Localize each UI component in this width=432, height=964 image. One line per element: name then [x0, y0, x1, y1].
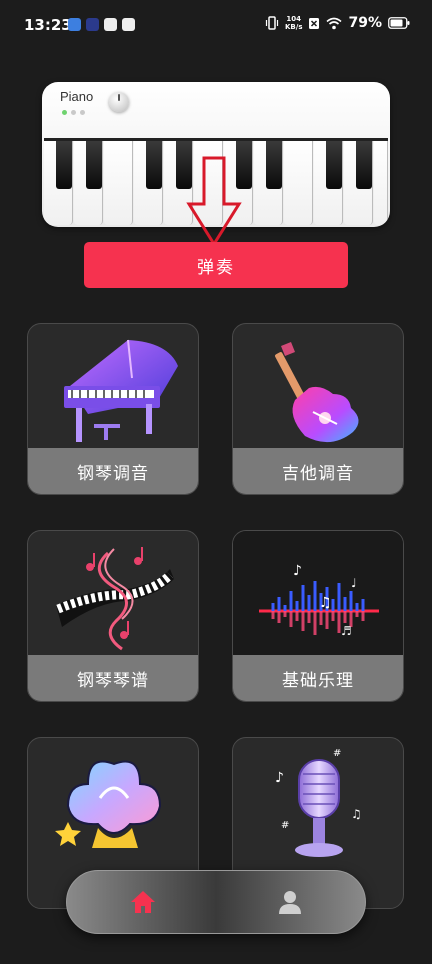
black-key: [266, 141, 282, 189]
grand-piano-icon: [64, 339, 178, 442]
microphone-icon: # ♪ ♫ #: [275, 748, 362, 857]
svg-text:♪: ♪: [275, 770, 284, 786]
mail-notification-icon: [122, 18, 135, 31]
network-speed-value: 104: [286, 15, 302, 23]
music-flower-icon: [55, 760, 162, 848]
no-sim-icon: [309, 17, 320, 29]
white-key: [104, 141, 133, 225]
network-speed-unit: KB/s: [285, 23, 303, 31]
svg-text:♫: ♫: [319, 595, 332, 611]
status-bar: 13:23 104 KB/s 79%: [0, 0, 432, 52]
svg-text:♬: ♬: [341, 624, 352, 638]
indicator-dots: [62, 110, 85, 115]
sound-wave-icon: ♪ ♫ ♩ ♬: [233, 531, 403, 657]
black-key: [146, 141, 162, 189]
music-theory-label: 基础乐理: [233, 655, 403, 701]
piano-tuning-label: 钢琴调音: [28, 448, 198, 494]
wifi-icon: [326, 17, 343, 29]
battery-icon: [388, 17, 410, 29]
guitar-tuning-label: 吉他调音: [233, 448, 403, 494]
volume-knob-icon: [109, 92, 129, 112]
vibrate-icon: [265, 16, 279, 30]
system-indicators: 104 KB/s 79%: [265, 15, 410, 31]
status-time: 13:23: [24, 16, 72, 34]
svg-text:#: #: [333, 748, 341, 759]
music-theory-card[interactable]: ♪ ♫ ♩ ♬ 基础乐理: [232, 530, 404, 702]
black-key: [356, 141, 372, 189]
black-key: [326, 141, 342, 189]
indicator-dot: [80, 110, 85, 115]
indicator-dot: [71, 110, 76, 115]
electric-guitar-icon: [275, 342, 359, 443]
sheet-music-keys-icon: [56, 547, 174, 651]
black-key: [86, 141, 102, 189]
down-arrow-icon: [186, 156, 242, 247]
svg-text:♪: ♪: [293, 563, 302, 579]
bottom-nav: [66, 870, 366, 934]
svg-text:♫: ♫: [351, 807, 362, 821]
user-icon[interactable]: [277, 889, 303, 915]
link-notification-icon: [104, 18, 117, 31]
indicator-dot: [62, 110, 67, 115]
home-icon[interactable]: [129, 889, 157, 915]
piano-sheet-music-label: 钢琴琴谱: [28, 655, 198, 701]
svg-text:#: #: [281, 820, 289, 831]
notification-icons: [68, 18, 135, 31]
black-key: [56, 141, 72, 189]
network-speed: 104 KB/s: [285, 15, 302, 31]
piano-brand-label: Piano: [60, 89, 94, 104]
svg-text:♩: ♩: [351, 576, 357, 590]
piano-sheet-music-card[interactable]: 钢琴琴谱: [27, 530, 199, 702]
white-key: [284, 141, 313, 225]
play-store-notification-icon: [86, 18, 99, 31]
app-notification-icon: [68, 18, 81, 31]
battery-percentage: 79%: [348, 15, 382, 31]
white-key: [374, 141, 388, 225]
guitar-tuning-card[interactable]: 吉他调音: [232, 323, 404, 495]
play-button[interactable]: 弹奏: [84, 242, 348, 288]
piano-tuning-card[interactable]: 钢琴调音: [27, 323, 199, 495]
